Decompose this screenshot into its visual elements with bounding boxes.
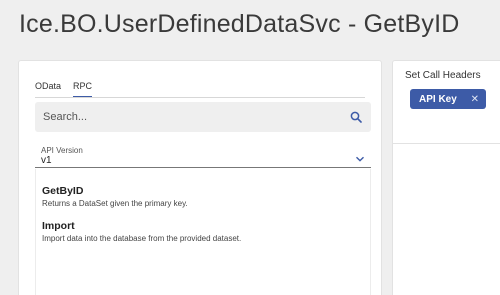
method-item-getbyid[interactable]: GetByID Returns a DataSet given the prim… <box>42 185 188 208</box>
tab-odata[interactable]: OData <box>35 81 61 98</box>
call-headers-title: Set Call Headers <box>405 70 481 81</box>
chip-label: API Key <box>419 93 457 105</box>
protocol-tabs: OData RPC <box>35 81 104 98</box>
method-item-import[interactable]: Import Import data into the database fro… <box>42 220 241 243</box>
method-name: GetByID <box>42 185 84 197</box>
method-description: Import data into the database from the p… <box>42 234 242 243</box>
api-version-select[interactable]: API Version v1 <box>35 144 371 168</box>
page-title: Ice.BO.UserDefinedDataSvc - GetByID <box>19 10 460 38</box>
method-list: GetByID Returns a DataSet given the prim… <box>35 169 371 295</box>
api-version-value: v1 <box>41 155 52 166</box>
close-icon[interactable]: ✕ <box>471 94 479 105</box>
header-divider <box>393 143 500 144</box>
search-icon[interactable] <box>349 110 363 124</box>
api-key-chip[interactable]: API Key ✕ <box>410 89 486 109</box>
method-description: Returns a DataSet given the primary key. <box>42 199 188 208</box>
chevron-down-icon[interactable] <box>355 151 365 162</box>
method-panel: OData RPC API Version v1 GetByID Returns… <box>18 60 382 295</box>
method-name: Import <box>42 220 75 232</box>
call-headers-panel: Set Call Headers API Key ✕ <box>392 60 500 295</box>
tab-divider <box>35 97 365 98</box>
tab-rpc[interactable]: RPC <box>73 81 93 98</box>
api-version-label: API Version <box>41 146 83 155</box>
search-box <box>35 102 371 132</box>
search-input[interactable] <box>43 111 349 123</box>
